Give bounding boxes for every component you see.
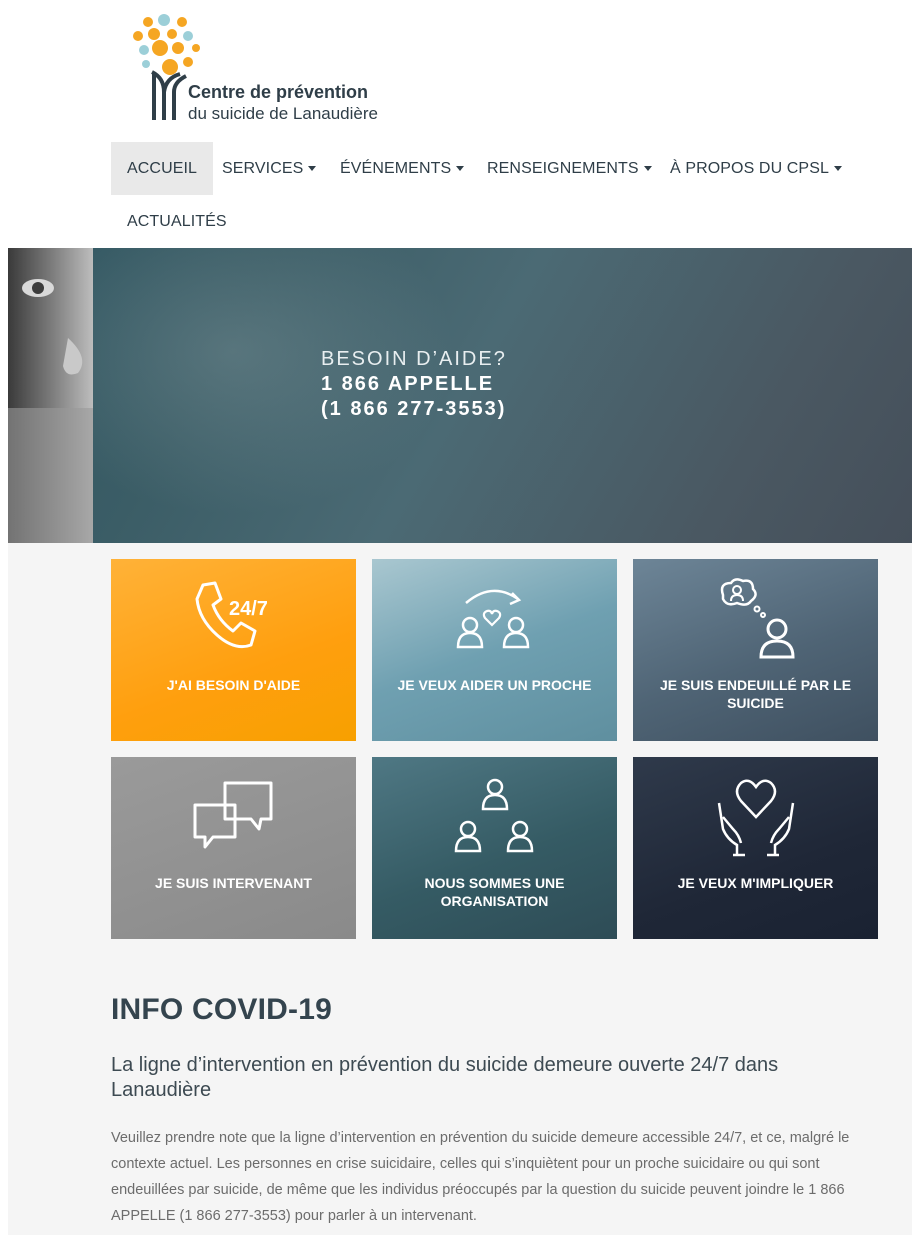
tile-label: JE VEUX AIDER UN PROCHE bbox=[397, 677, 592, 693]
hero-help-label: BESOIN D’AIDE? bbox=[321, 348, 507, 370]
tile-organization[interactable]: NOUS SOMMES UNE ORGANISATION bbox=[372, 757, 617, 939]
nav-item-label: À PROPOS DU CPSL bbox=[670, 160, 829, 177]
tile-label: JE SUIS ENDEUILLÉ PAR LE SUICIDE bbox=[659, 677, 852, 711]
site-logo[interactable]: Centre de prévention du suicide de Lanau… bbox=[126, 12, 426, 127]
hero-text: BESOIN D’AIDE? 1 866 APPELLE (1 866 277-… bbox=[321, 348, 507, 421]
svg-text:24/7: 24/7 bbox=[229, 598, 268, 620]
tile-practitioner[interactable]: JE SUIS INTERVENANT bbox=[111, 757, 356, 939]
nav-item-label: RENSEIGNEMENTS bbox=[487, 160, 639, 177]
logo-title: Centre de prévention bbox=[188, 82, 369, 102]
grief-thought-icon bbox=[720, 578, 795, 659]
nav-item-renseignements[interactable]: RENSEIGNEMENTS bbox=[471, 142, 668, 195]
nav-item-evenements[interactable]: ÉVÉNEMENTS bbox=[324, 142, 480, 195]
nav-item-label: ACCUEIL bbox=[127, 160, 198, 177]
hero-banner: BESOIN D’AIDE? 1 866 APPELLE (1 866 277-… bbox=[8, 248, 912, 543]
nav-item-label: SERVICES bbox=[222, 160, 304, 177]
tile-help-loved-one[interactable]: JE VEUX AIDER UN PROCHE bbox=[372, 559, 617, 741]
caret-down-icon bbox=[308, 166, 317, 172]
group-icon bbox=[454, 778, 534, 853]
covid-subheading: La ligne d’intervention en prévention du… bbox=[111, 1054, 779, 1101]
help-loved-one-icon bbox=[456, 589, 530, 649]
nav-item-services[interactable]: SERVICES bbox=[206, 142, 332, 195]
caret-down-icon bbox=[833, 166, 842, 172]
nav-item-accueil[interactable]: ACCUEIL bbox=[111, 142, 214, 195]
hero-phone-number[interactable]: (1 866 277-3553) bbox=[321, 398, 507, 421]
content-section: 24/7 J'AI BESOIN D'AIDE JE VEUX AIDER UN… bbox=[8, 543, 912, 1235]
hero-phone-words[interactable]: 1 866 APPELLE bbox=[321, 373, 507, 396]
covid-heading: INFO COVID-19 bbox=[111, 993, 332, 1026]
caret-down-icon bbox=[456, 166, 465, 172]
tile-label: NOUS SOMMES UNE ORGANISATION bbox=[424, 875, 565, 909]
nav-item-label: ACTUALITÉS bbox=[127, 213, 227, 230]
caret-down-icon bbox=[643, 166, 652, 172]
nav-item-label: ÉVÉNEMENTS bbox=[340, 160, 452, 177]
chat-bubbles-icon bbox=[193, 781, 273, 849]
face-image bbox=[8, 279, 93, 543]
tile-bereaved[interactable]: JE SUIS ENDEUILLÉ PAR LE SUICIDE bbox=[633, 559, 878, 741]
covid-paragraph: Veuillez prendre note que la ligne d’int… bbox=[111, 1130, 850, 1224]
tile-label: J'AI BESOIN D'AIDE bbox=[166, 677, 301, 693]
tile-label: JE SUIS INTERVENANT bbox=[155, 875, 312, 891]
tile-need-help[interactable]: 24/7 J'AI BESOIN D'AIDE bbox=[111, 559, 356, 741]
logo-subtitle: du suicide de Lanaudière bbox=[188, 104, 378, 123]
phone-24-7-icon: 24/7 bbox=[195, 581, 268, 649]
hands-heart-icon bbox=[717, 779, 795, 857]
tile-label: JE VEUX M'IMPLIQUER bbox=[677, 875, 834, 891]
nav-item-actualites[interactable]: ACTUALITÉS bbox=[111, 195, 243, 248]
page: Centre de prévention du suicide de Lanau… bbox=[8, 0, 912, 1235]
hero-portrait-image bbox=[8, 248, 93, 543]
nav-item-a-propos[interactable]: À PROPOS DU CPSL bbox=[654, 142, 858, 195]
tile-get-involved[interactable]: JE VEUX M'IMPLIQUER bbox=[633, 757, 878, 939]
